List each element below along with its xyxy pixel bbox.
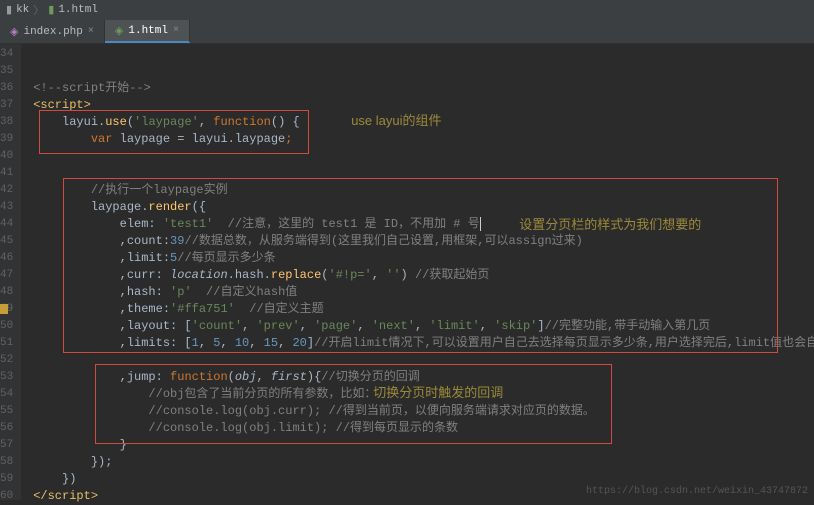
annotation-1: use layui的组件 <box>351 112 441 129</box>
folder-name: kk <box>16 4 29 16</box>
html-icon: ◈ <box>115 24 123 38</box>
tab-bar: ◈ index.php × ◈ 1.html × <box>0 20 814 44</box>
tab-label: 1.html <box>128 25 168 37</box>
php-icon: ◈ <box>10 25 18 39</box>
line-gutter: 34353637 38394041 42434445 464748 49 505… <box>0 44 21 500</box>
tab-index-php[interactable]: ◈ index.php × <box>0 20 105 43</box>
tab-1-html[interactable]: ◈ 1.html × <box>105 20 190 43</box>
breadcrumb-bar: ▮ kk 〉 ▮ 1.html <box>0 0 814 20</box>
close-icon[interactable]: × <box>88 26 94 37</box>
file-name: 1.html <box>58 4 98 16</box>
folder-icon: ▮ <box>6 3 12 17</box>
file-icon: ▮ <box>48 3 54 17</box>
watermark: https://blog.csdn.net/weixin_43747872 <box>586 486 808 497</box>
code-content[interactable]: <!--script开始--> <script> layui.use('layp… <box>21 44 814 500</box>
annotation-2: 设置分页栏的样式为我们想要的 <box>519 216 701 233</box>
annotation-3: 切换分页时触发的回调 <box>373 384 503 401</box>
close-icon[interactable]: × <box>173 25 179 36</box>
tab-label: index.php <box>23 26 82 38</box>
editor-area[interactable]: 34353637 38394041 42434445 464748 49 505… <box>0 44 814 500</box>
